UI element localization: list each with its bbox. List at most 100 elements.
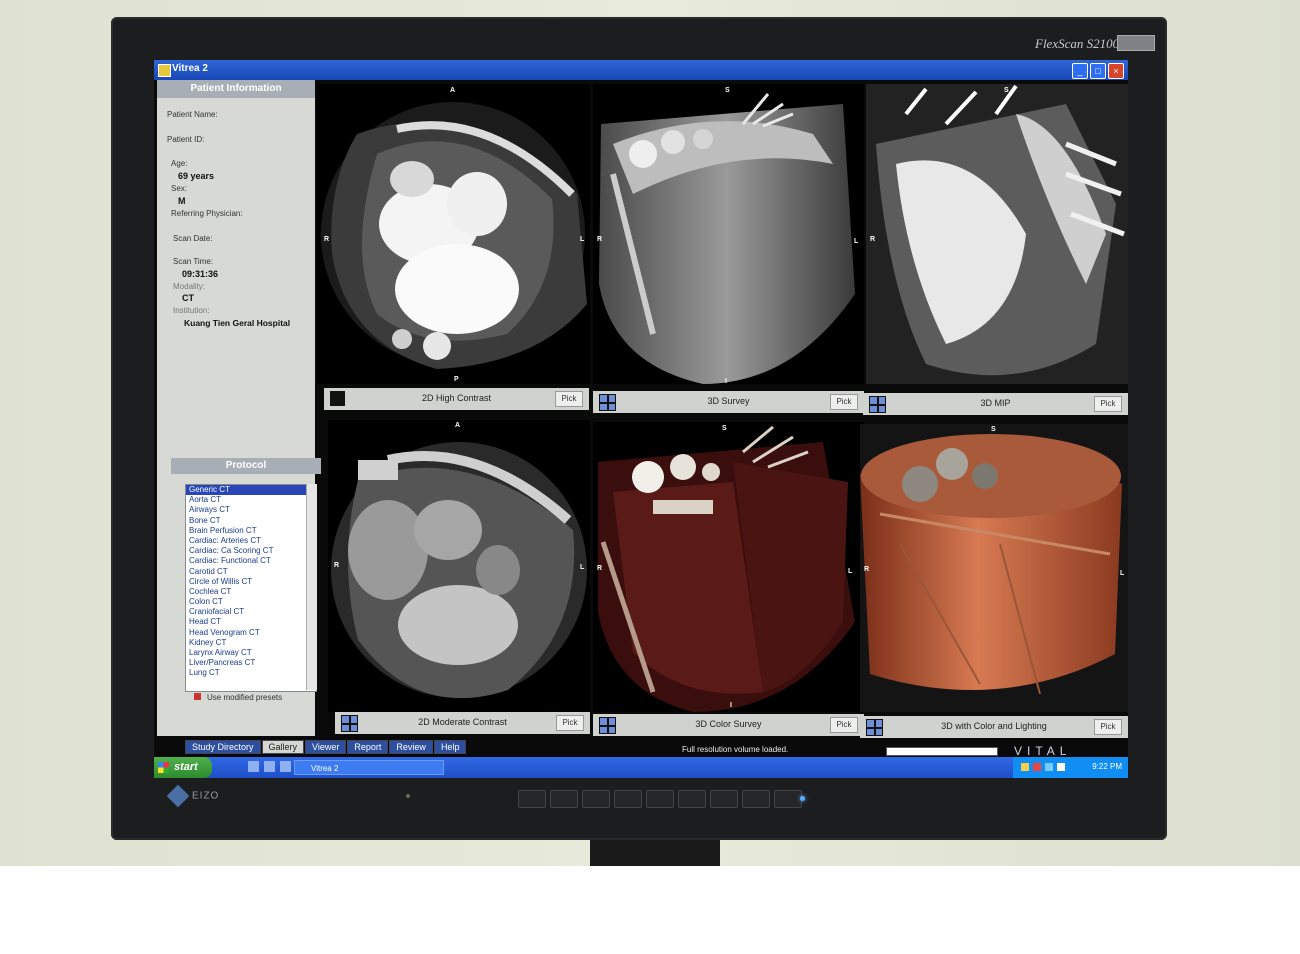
orientation-top: S <box>991 426 996 433</box>
tab-review[interactable]: Review <box>389 740 433 754</box>
quicklaunch-icon[interactable] <box>280 761 291 772</box>
protocol-item[interactable]: Cochlea CT <box>186 587 316 597</box>
pick-button[interactable]: Pick <box>1094 719 1122 735</box>
patient-id-label: Patient ID: <box>167 135 205 144</box>
system-tray: 9:22 PM <box>1013 757 1128 778</box>
protocol-item[interactable]: Circle of Willis CT <box>186 577 316 587</box>
protocol-item[interactable]: Colon CT <box>186 597 316 607</box>
protocol-item[interactable]: Craniofacial CT <box>186 607 316 617</box>
protocol-item[interactable]: Lung CT <box>186 668 316 678</box>
viewport-3d-color-survey[interactable] <box>593 422 864 712</box>
eizo-logo-icon <box>166 784 190 808</box>
monitor-button[interactable] <box>742 790 770 808</box>
tray-icon[interactable] <box>1045 763 1053 771</box>
institution-label: Institution: <box>173 306 210 315</box>
protocol-item[interactable]: Brain Perfusion CT <box>186 526 316 536</box>
viewport-bar-4: 2D Moderate Contrast Pick <box>335 712 590 734</box>
protocol-item[interactable]: Head CT <box>186 617 316 627</box>
viewport-3d-survey[interactable] <box>593 84 864 384</box>
monitor-button[interactable] <box>710 790 738 808</box>
monitor-power-key[interactable] <box>1117 35 1155 51</box>
orientation-top: S <box>1004 87 1009 94</box>
scan-date-label: Scan Date: <box>173 234 213 243</box>
monitor-maker: EIZO <box>166 784 220 808</box>
orientation-bottom: I <box>725 378 727 385</box>
protocol-item[interactable]: Aorta CT <box>186 495 316 505</box>
task-label: Vitrea 2 <box>311 764 339 773</box>
sex-label: Sex: <box>171 184 188 193</box>
viewport-2d-moderate-contrast[interactable] <box>328 420 590 712</box>
pick-button[interactable]: Pick <box>555 391 583 407</box>
orientation-left: R <box>597 565 603 572</box>
tab-study-directory[interactable]: Study Directory <box>185 740 261 754</box>
protocol-item[interactable]: Cardiac: Functional CT <box>186 556 316 566</box>
protocol-item[interactable]: Bone CT <box>186 516 316 526</box>
tab-viewer[interactable]: Viewer <box>305 740 347 754</box>
screen: Vitrea 2 _ □ × Patient Information Patie… <box>154 60 1128 778</box>
tab-report[interactable]: Report <box>347 740 389 754</box>
monitor-button[interactable] <box>774 790 802 808</box>
viewport-3d-color-lighting[interactable] <box>860 424 1128 712</box>
tab-help[interactable]: Help <box>433 740 467 754</box>
start-button[interactable]: start <box>154 757 212 778</box>
monitor-button[interactable] <box>646 790 674 808</box>
orientation-top: A <box>455 422 461 429</box>
viewport-bar-3: 3D MIP Pick <box>863 393 1128 415</box>
protocol-item[interactable]: Larynx Airway CT <box>186 648 316 658</box>
viewport-label: 3D MIP <box>980 398 1011 408</box>
maker-label: EIZO <box>192 790 220 802</box>
taskbar-task-vitrea[interactable]: Vitrea 2 <box>294 760 444 775</box>
protocol-item[interactable]: Airways CT <box>186 505 316 515</box>
tray-icon[interactable] <box>1057 763 1065 771</box>
pick-button[interactable]: Pick <box>1094 396 1122 412</box>
viewport-label: 3D with Color and Lighting <box>941 721 1047 731</box>
monitor-button[interactable] <box>678 790 706 808</box>
mip-image <box>866 84 1128 384</box>
monitor-button[interactable] <box>614 790 642 808</box>
orientation-left: R <box>334 562 340 569</box>
quicklaunch-icon[interactable] <box>264 761 275 772</box>
monitor-button[interactable] <box>582 790 610 808</box>
protocol-header: Protocol <box>171 458 321 474</box>
color-survey-image <box>598 425 855 712</box>
protocol-item[interactable]: Cardiac: Ca Scoring CT <box>186 546 316 556</box>
use-modified-presets[interactable]: Use modified presets <box>194 693 282 702</box>
pick-button[interactable]: Pick <box>556 715 584 731</box>
physician-label: Referring Physician: <box>171 209 243 218</box>
close-button[interactable]: × <box>1108 63 1124 79</box>
viewport-2d-high-contrast[interactable] <box>317 84 590 384</box>
pick-button[interactable]: Pick <box>830 717 858 733</box>
quicklaunch-icon[interactable] <box>248 761 259 772</box>
sensor-icon <box>406 794 410 798</box>
tray-icon[interactable] <box>1021 763 1029 771</box>
monitor-button[interactable] <box>550 790 578 808</box>
protocol-item[interactable]: Cardiac: Arteries CT <box>186 536 316 546</box>
viewport-3d-mip[interactable] <box>866 84 1128 384</box>
protocol-scrollbar[interactable] <box>306 484 317 690</box>
protocol-item[interactable]: Kidney CT <box>186 638 316 648</box>
preset-checkbox[interactable] <box>194 693 201 700</box>
protocol-item[interactable]: Generic CT <box>186 485 316 496</box>
protocol-item[interactable]: Head Venogram CT <box>186 628 316 638</box>
modality-value: CT <box>182 293 194 303</box>
viewport-label: 3D Color Survey <box>695 719 762 729</box>
window-titlebar[interactable]: Vitrea 2 _ □ × <box>154 60 1128 80</box>
viewport-label: 3D Survey <box>707 396 750 406</box>
protocol-item[interactable]: Liver/Pancreas CT <box>186 658 316 668</box>
tab-gallery[interactable]: Gallery <box>261 740 305 754</box>
start-label: start <box>174 761 198 773</box>
power-led-icon <box>800 796 805 801</box>
protocol-item[interactable]: Carotid CT <box>186 567 316 577</box>
pick-button[interactable]: Pick <box>830 394 858 410</box>
maximize-button[interactable]: □ <box>1090 63 1106 79</box>
patient-name-label: Patient Name: <box>167 110 218 119</box>
orientation-right: L <box>854 238 859 245</box>
orientation-left: R <box>864 566 870 573</box>
monitor-button[interactable] <box>518 790 546 808</box>
protocol-list[interactable]: Generic CT Aorta CT Airways CT Bone CT Brain… <box>185 484 317 692</box>
minimize-button[interactable]: _ <box>1072 63 1088 79</box>
tray-icon[interactable] <box>1033 763 1041 771</box>
progress-bar <box>886 747 998 756</box>
scan-time-label: Scan Time: <box>173 257 214 266</box>
orientation-right: L <box>848 568 853 575</box>
